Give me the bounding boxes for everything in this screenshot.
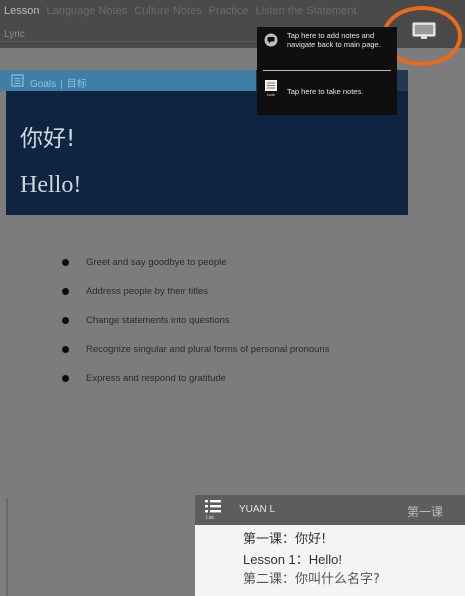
tab-language-notes[interactable]: Language Notes [47, 5, 128, 17]
current-lesson-label: 第一课 [407, 505, 444, 519]
left-edge-strip [6, 498, 8, 596]
take-notes-hint-text: Tap here to take notes. [287, 87, 364, 96]
lesson-tabs: Lesson Language Notes Culture Notes Prac… [4, 5, 360, 17]
notes-icon[interactable]: Note [264, 79, 278, 97]
document-icon [11, 74, 24, 87]
tab-practice[interactable]: Practice [209, 5, 249, 17]
goals-label-zh: 目标 [66, 79, 87, 90]
hero-english-title: Hello! [20, 172, 82, 198]
lesson-list-panel: List YUAN L 第一课 第一课：你好! Lesson 1：Hello! … [195, 495, 465, 596]
lesson-panel-header: List YUAN L 第一课 [195, 495, 465, 525]
list-item: Address people by their titles [62, 285, 329, 314]
tab-lesson[interactable]: Lesson [4, 5, 39, 17]
divider [0, 41, 255, 42]
lesson-item-en[interactable]: Lesson 1：Hello! [243, 550, 380, 570]
notes-icon-caption: Note [267, 92, 276, 97]
subtab-lyric[interactable]: Lyric [4, 29, 25, 40]
goals-bar: Goals | 目标 [0, 70, 256, 91]
lesson-list: 第一课：你好! Lesson 1：Hello! 第二课：你叫什么名字? [243, 530, 380, 590]
list-item: Recognize singular and plural forms of p… [62, 343, 329, 372]
list-icon[interactable] [205, 498, 221, 514]
goals-label: Goals | 目标 [30, 75, 87, 90]
notes-hint-popover: Tap here to add notes and navigate back … [257, 27, 397, 115]
list-item: Greet and say goodbye to people [62, 256, 329, 285]
list-item: Express and respond to gratitude [62, 372, 329, 401]
goals-label-en: Goals [30, 79, 57, 90]
user-name: YUAN L [239, 504, 276, 515]
tab-listen[interactable]: Listen the Statement [255, 5, 356, 17]
goals-separator: | [60, 79, 63, 90]
popover-divider [263, 70, 391, 71]
tab-culture-notes[interactable]: Culture Notes [134, 5, 201, 17]
notes-hint-text: Tap here to add notes and navigate back … [287, 31, 381, 49]
hero-chinese-title: 你好! [20, 126, 76, 152]
goals-list: Greet and say goodbye to people Address … [62, 256, 329, 401]
list-item: Change statements into questions [62, 314, 329, 343]
chat-bubble-icon [264, 33, 278, 47]
list-caption: List [206, 515, 214, 521]
lesson-item-zh[interactable]: 第一课：你好! [243, 530, 380, 550]
lesson-item-next[interactable]: 第二课：你叫什么名字? [243, 570, 380, 590]
